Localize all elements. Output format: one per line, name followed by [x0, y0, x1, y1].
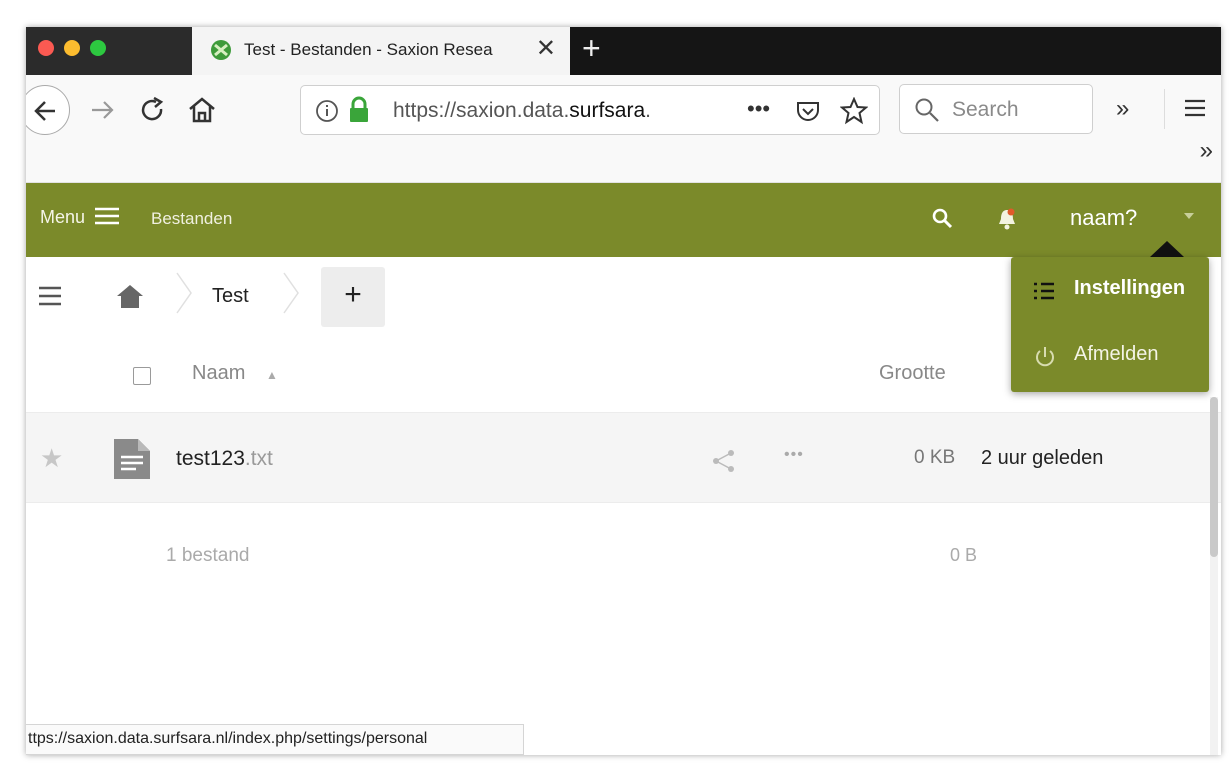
browser-window: Test - Bestanden - Saxion Resea ✕ + http…: [26, 27, 1221, 755]
tab-close-icon[interactable]: ✕: [536, 35, 556, 63]
tab-title: Test - Bestanden - Saxion Resea: [244, 40, 493, 59]
select-all-checkbox[interactable]: [133, 367, 151, 385]
app-title[interactable]: Bestanden: [151, 209, 232, 229]
column-header-size[interactable]: Grootte: [879, 362, 946, 385]
dropdown-pointer: [1150, 241, 1184, 257]
settings-list-icon: [1034, 282, 1054, 300]
more-actions-icon[interactable]: •••: [784, 446, 804, 464]
forward-button[interactable]: [86, 95, 118, 125]
home-icon: [189, 97, 215, 123]
window-controls: [26, 27, 192, 75]
notifications-bell-icon[interactable]: [996, 207, 1018, 231]
menu-label: Menu: [40, 207, 86, 227]
breadcrumb-folder[interactable]: Test: [212, 285, 249, 308]
menu-item-label: Afmelden: [1074, 343, 1159, 365]
user-dropdown-menu: Instellingen Afmelden: [1011, 257, 1209, 392]
back-arrow-icon: [34, 101, 55, 121]
search-placeholder: Search: [952, 98, 1019, 121]
app-header: Menu Bestanden naam?: [26, 183, 1221, 257]
menu-item-label: Instellingen: [1074, 277, 1186, 299]
info-icon[interactable]: [315, 99, 339, 123]
toolbar-divider: [1164, 89, 1165, 129]
summary-file-count: 1 bestand: [166, 545, 250, 566]
close-window-button[interactable]: [38, 40, 54, 56]
file-name[interactable]: test123.txt: [176, 447, 273, 471]
title-bar: Test - Bestanden - Saxion Resea ✕ +: [26, 27, 1221, 75]
search-bar[interactable]: Search: [899, 84, 1093, 134]
breadcrumb-separator: [176, 272, 192, 314]
column-header-name[interactable]: Naam: [192, 362, 245, 385]
bookmark-star-icon[interactable]: [840, 97, 868, 125]
menu-bars-icon: [95, 207, 120, 225]
page-actions-icon[interactable]: •••: [747, 96, 770, 122]
sort-ascending-icon: ▲: [266, 368, 278, 382]
scrollbar-thumb[interactable]: [1210, 397, 1218, 557]
breadcrumb-separator: [283, 272, 299, 314]
navigation-bar: https://saxion.data.surfsara. ••• Search…: [26, 75, 1221, 205]
status-bar-url: ttps://saxion.data.surfsara.nl/index.php…: [26, 724, 524, 755]
app-navigation-toggle-icon[interactable]: [38, 285, 62, 307]
file-modified: 2 uur geleden: [981, 447, 1104, 469]
back-button[interactable]: [26, 85, 70, 135]
home-folder-icon[interactable]: [116, 283, 144, 309]
search-icon[interactable]: [931, 207, 955, 231]
pocket-icon[interactable]: [795, 98, 821, 124]
hamburger-menu-icon[interactable]: [1184, 97, 1206, 119]
summary-total-size: 0 B: [950, 545, 978, 565]
toolbar-overflow-icon[interactable]: »: [1116, 95, 1129, 123]
menu-button[interactable]: Menu: [40, 207, 120, 228]
maximize-window-button[interactable]: [90, 40, 106, 56]
site-favicon-icon: [211, 40, 231, 60]
favorite-star-icon[interactable]: ★: [40, 443, 63, 474]
url-text: https://saxion.data.surfsara.: [393, 99, 651, 122]
text-file-icon: [114, 439, 150, 479]
lock-icon: [350, 96, 368, 122]
power-icon: [1036, 347, 1054, 367]
bookmarks-overflow-icon[interactable]: »: [1200, 137, 1213, 165]
file-size: 0 KB: [914, 447, 956, 468]
menu-item-afmelden[interactable]: Afmelden: [1011, 329, 1209, 385]
browser-tab[interactable]: Test - Bestanden - Saxion Resea ✕: [192, 27, 570, 75]
menu-item-instellingen[interactable]: Instellingen: [1011, 263, 1209, 319]
share-icon[interactable]: [711, 449, 737, 473]
search-icon: [915, 98, 939, 122]
reload-icon: [141, 96, 164, 121]
home-button[interactable]: [186, 94, 218, 126]
caret-down-icon[interactable]: [1184, 213, 1194, 219]
forward-arrow-icon: [92, 101, 114, 119]
user-menu-toggle[interactable]: naam?: [1070, 205, 1137, 231]
table-row[interactable]: ★ test123.txt ••• 0 KB 2 uur geleden: [26, 413, 1221, 503]
reload-button[interactable]: [138, 95, 168, 125]
new-tab-icon[interactable]: +: [582, 29, 601, 67]
url-bar[interactable]: https://saxion.data.surfsara. •••: [300, 85, 880, 135]
minimize-window-button[interactable]: [64, 40, 80, 56]
add-new-button[interactable]: +: [321, 267, 385, 327]
